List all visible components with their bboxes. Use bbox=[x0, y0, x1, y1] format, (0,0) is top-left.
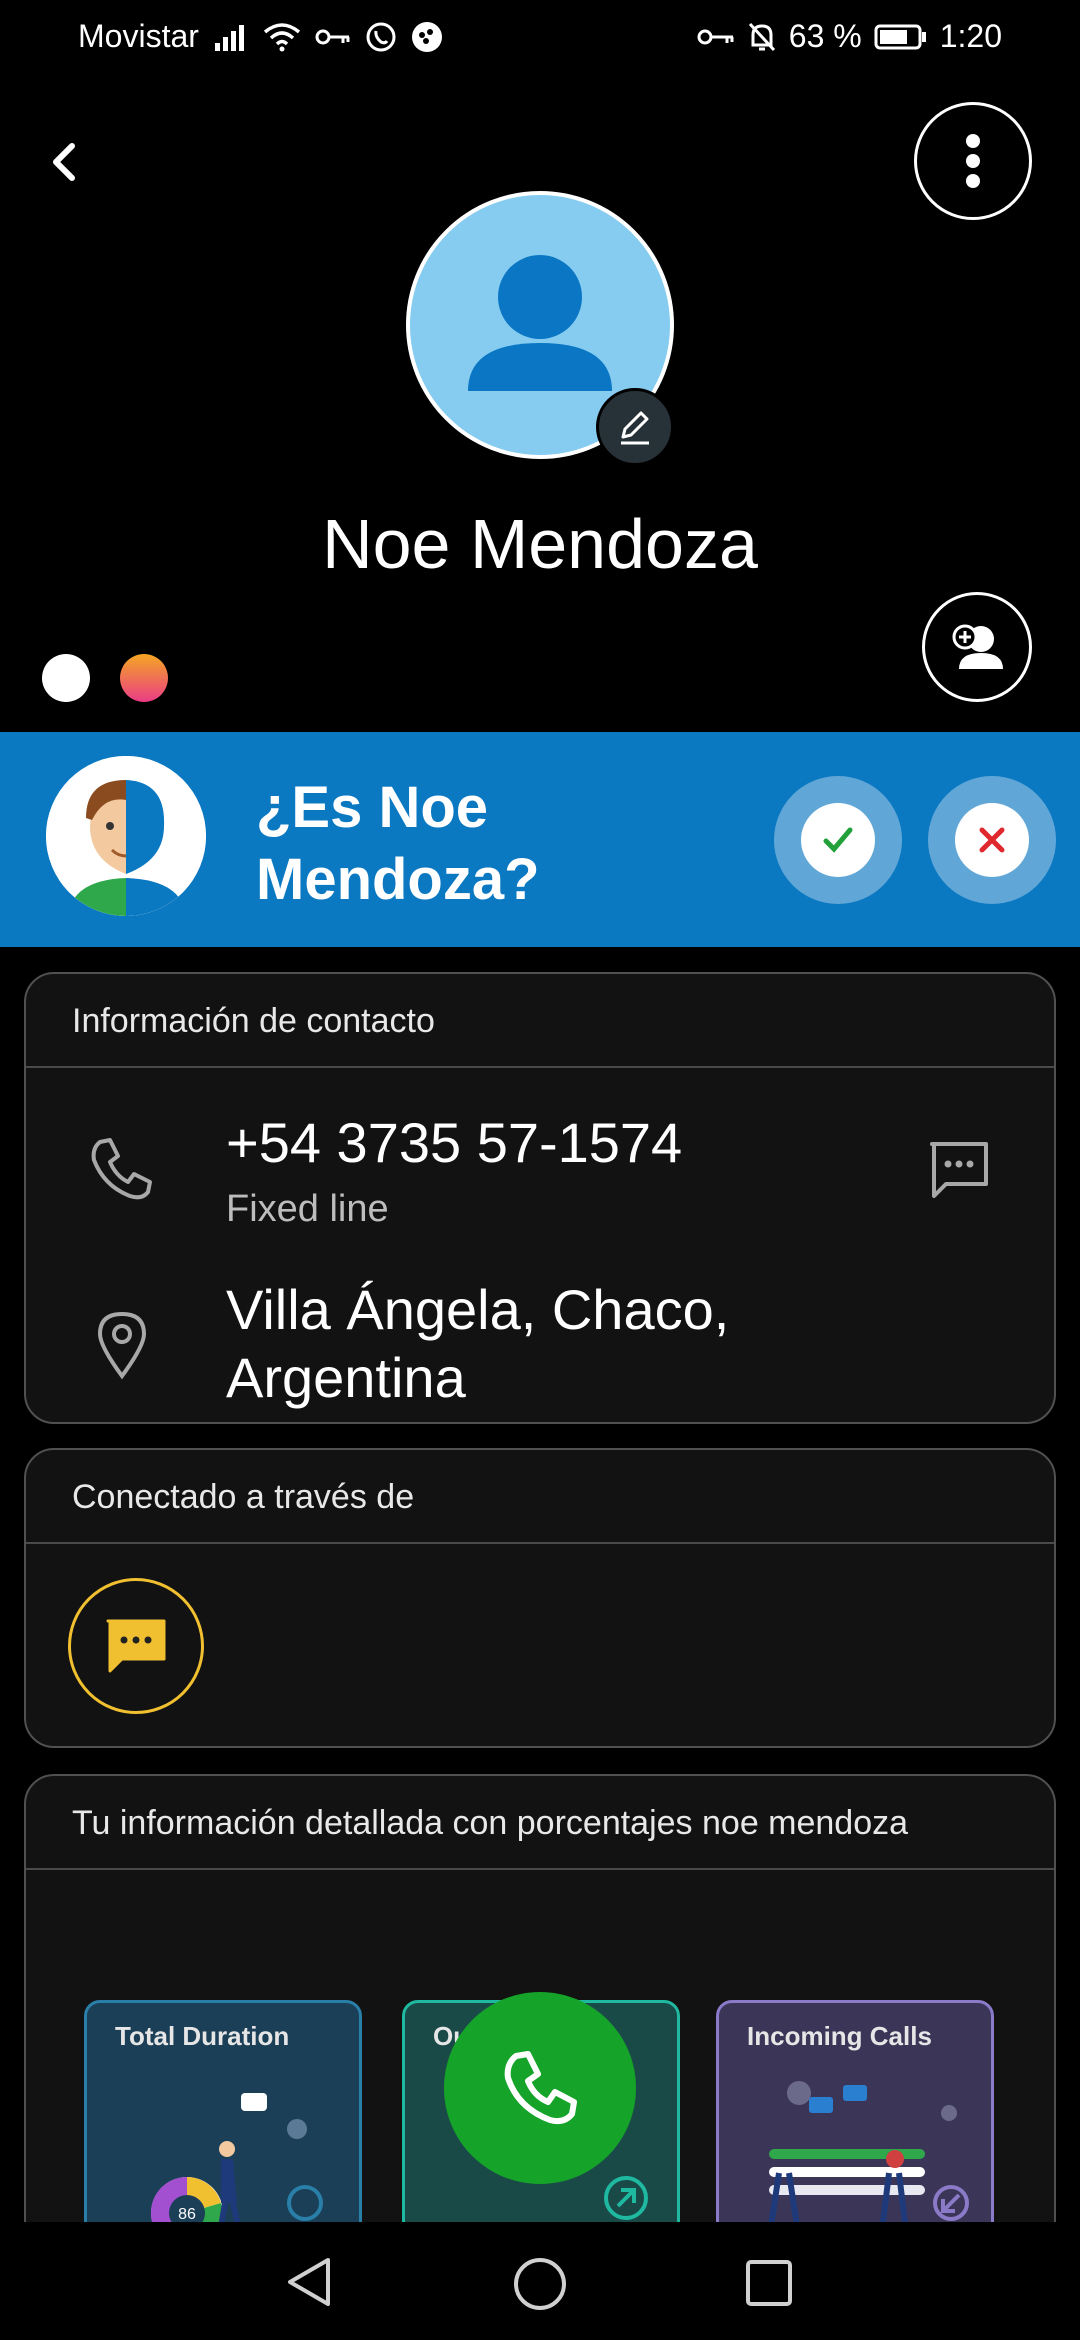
confirm-button[interactable] bbox=[774, 776, 902, 904]
card-title: Información de contacto bbox=[26, 974, 1054, 1068]
identity-question: ¿Es Noe Mendoza? bbox=[256, 775, 540, 912]
message-icon bbox=[930, 1142, 988, 1198]
card-title: Tu información detallada con porcentajes… bbox=[26, 1776, 1054, 1870]
vpn-key-icon bbox=[315, 26, 351, 48]
card-title: Conectado a través de bbox=[26, 1450, 1054, 1544]
clock: 1:20 bbox=[939, 18, 1002, 54]
nav-back-button[interactable] bbox=[284, 2256, 334, 2308]
phone-icon bbox=[504, 2051, 577, 2125]
vpn-key-icon bbox=[697, 26, 735, 48]
battery-icon bbox=[874, 23, 928, 51]
square-recents-icon bbox=[746, 2260, 792, 2306]
reject-button[interactable] bbox=[928, 776, 1056, 904]
message-button[interactable] bbox=[926, 1138, 992, 1202]
tile-label: Incoming Calls bbox=[747, 2021, 932, 2051]
back-arrow-icon bbox=[53, 143, 75, 181]
muted-bell-icon bbox=[747, 21, 777, 53]
location-text: Villa Ángela, Chaco, Argentina bbox=[226, 1278, 730, 1409]
duration-value: 86 bbox=[178, 2206, 196, 2223]
close-icon bbox=[979, 827, 1005, 853]
incoming-illustration-icon bbox=[766, 2081, 969, 2237]
more-options-button[interactable] bbox=[914, 102, 1032, 220]
sms-icon bbox=[106, 1619, 166, 1673]
contact-info-card: Información de contacto +54 3735 57-1574… bbox=[24, 972, 1056, 1424]
add-contact-button[interactable] bbox=[922, 592, 1032, 702]
add-person-icon bbox=[952, 624, 1003, 669]
app-notification-icon bbox=[411, 21, 443, 53]
location-pin-icon bbox=[94, 1308, 150, 1380]
phone-icon bbox=[86, 1134, 156, 1204]
phone-number[interactable]: +54 3735 57-1574 bbox=[226, 1110, 682, 1175]
pencil-icon bbox=[621, 411, 649, 445]
edit-photo-button[interactable] bbox=[596, 388, 674, 466]
back-button[interactable] bbox=[40, 130, 90, 194]
outgoing-arrow-icon bbox=[604, 2176, 648, 2220]
circle-home-icon bbox=[514, 2258, 566, 2310]
connected-via-card: Conectado a través de bbox=[24, 1448, 1056, 1748]
identity-banner: ¿Es Noe Mendoza? bbox=[0, 732, 1080, 947]
signal-icon bbox=[213, 23, 249, 51]
nav-recents-button[interactable] bbox=[744, 2258, 794, 2308]
theme-dot-white[interactable] bbox=[42, 654, 90, 702]
status-bar: Movistar 63 % 1:20 bbox=[0, 0, 1080, 74]
duration-illustration-icon: 86 bbox=[150, 2093, 323, 2237]
nav-home-button[interactable] bbox=[512, 2256, 568, 2312]
whatsapp-icon bbox=[365, 21, 397, 53]
contact-name: Noe Mendoza bbox=[322, 505, 758, 583]
check-icon bbox=[823, 827, 853, 853]
system-nav-bar bbox=[0, 2222, 1080, 2340]
phone-type: Fixed line bbox=[226, 1188, 389, 1230]
theme-dot-gradient[interactable] bbox=[120, 654, 168, 702]
tile-total-duration[interactable]: Total Duration 86 bbox=[84, 2000, 362, 2240]
tile-label: Total Duration bbox=[115, 2021, 290, 2051]
call-button[interactable] bbox=[444, 1992, 636, 2184]
wifi-icon bbox=[263, 22, 301, 52]
more-vertical-icon bbox=[966, 134, 980, 188]
carrier-label: Movistar bbox=[78, 18, 199, 54]
sms-channel-button[interactable] bbox=[68, 1578, 204, 1714]
half-face-avatar-icon bbox=[46, 756, 206, 916]
battery-percent: 63 % bbox=[788, 18, 862, 54]
triangle-back-icon bbox=[288, 2258, 330, 2306]
tile-incoming-calls[interactable]: Incoming Calls bbox=[716, 2000, 994, 2240]
